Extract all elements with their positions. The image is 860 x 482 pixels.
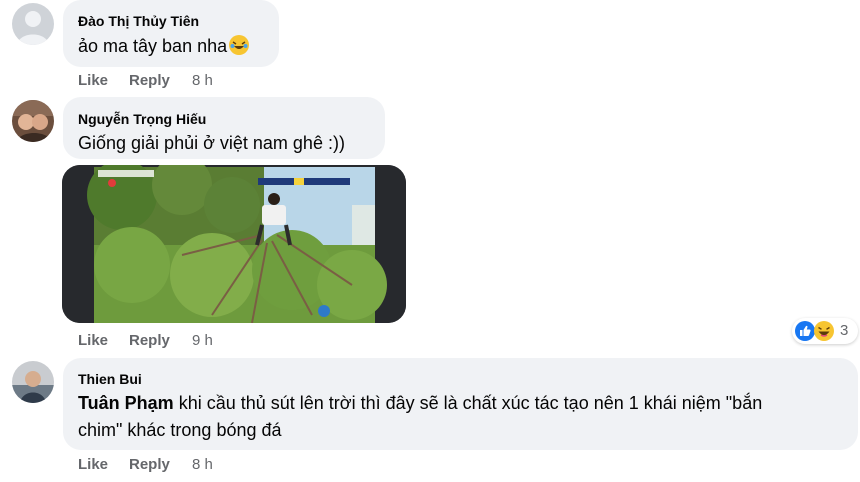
comment-text: Giống giải phủi ở việt nam ghê :)) [78, 133, 345, 153]
like-reaction-icon [795, 321, 815, 341]
commenter-avatar[interactable] [12, 3, 54, 45]
comment-timestamp[interactable]: 8 h [192, 72, 213, 89]
like-button[interactable]: Like [78, 456, 108, 473]
comment-attached-video[interactable] [62, 165, 406, 323]
comment-author[interactable]: Thien Bui [78, 371, 142, 387]
reply-button[interactable]: Reply [129, 456, 170, 473]
comment-author[interactable]: Nguyễn Trọng Hiếu [78, 111, 206, 127]
profile-photo [12, 100, 54, 142]
comment-timestamp[interactable]: 9 h [192, 332, 213, 349]
commenter-avatar[interactable] [12, 361, 54, 403]
comment-text-content: ảo ma tây ban nha [78, 36, 228, 56]
mentioned-user-link[interactable]: Tuân Phạm [78, 393, 174, 413]
reply-button[interactable]: Reply [129, 72, 170, 89]
comment-actions: Like Reply 8 h [78, 72, 278, 90]
like-button[interactable]: Like [78, 332, 108, 349]
comment-text: Tuân Phạm khi cầu thủ sút lên trời thì đ… [78, 393, 762, 414]
comment-actions: Like Reply 8 h [78, 456, 278, 474]
profile-photo [12, 361, 54, 403]
reaction-summary[interactable]: 3 [792, 318, 858, 344]
reply-button[interactable]: Reply [129, 332, 170, 349]
default-avatar-icon [12, 3, 54, 45]
rolling-on-floor-laughing-emoji-icon [229, 35, 250, 55]
comment-timestamp[interactable]: 8 h [192, 456, 213, 473]
comment-text: ảo ma tây ban nha [78, 35, 250, 57]
video-thumbnail [62, 165, 406, 323]
comment-author[interactable]: Đào Thị Thủy Tiên [78, 13, 199, 29]
comment-text-line1: khi cầu thủ sút lên trời thì đây sẽ là c… [173, 393, 763, 413]
commenter-avatar[interactable] [12, 100, 54, 142]
haha-reaction-icon [814, 321, 834, 341]
reaction-count: 3 [840, 322, 849, 339]
like-button[interactable]: Like [78, 72, 108, 89]
comment-text-line2: chim" khác trong bóng đá [78, 420, 282, 440]
comment-actions: Like Reply 9 h [78, 332, 278, 350]
